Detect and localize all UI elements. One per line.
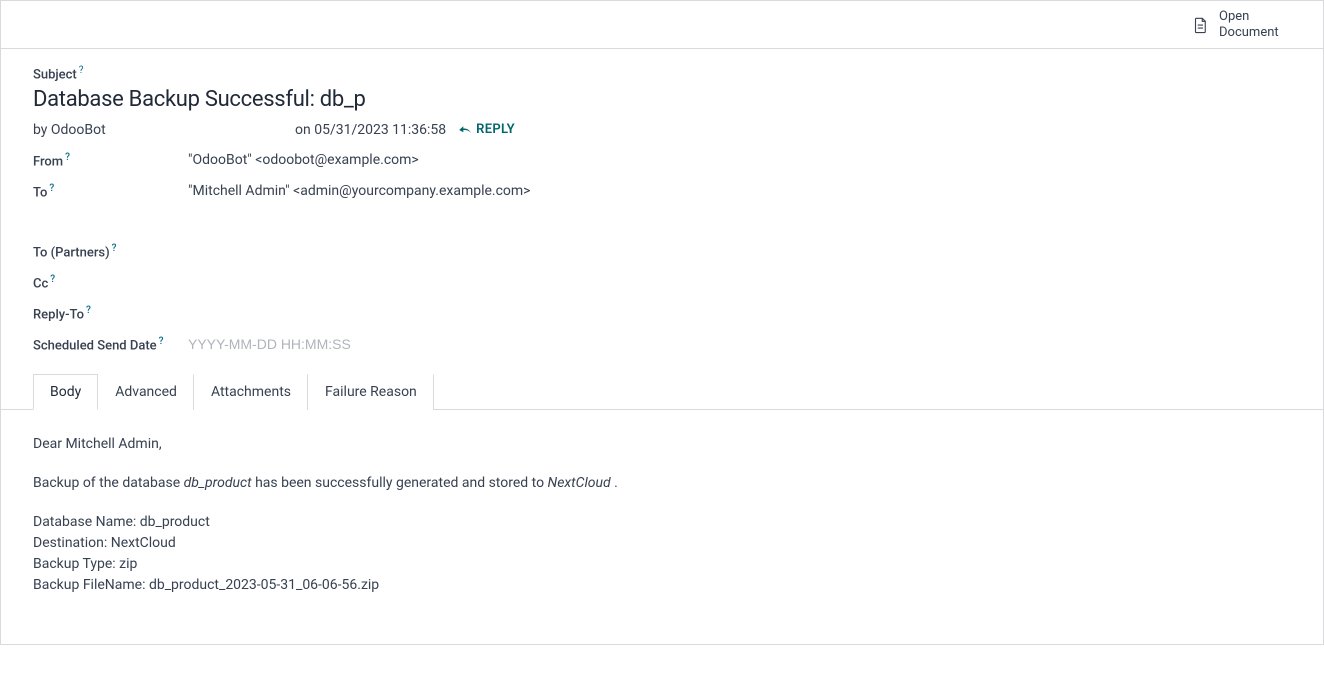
help-icon[interactable]: ? — [159, 336, 164, 347]
tab-body[interactable]: Body — [33, 374, 98, 410]
tab-attachments[interactable]: Attachments — [194, 374, 308, 410]
detail-backup-type: Backup Type: zip — [33, 554, 1291, 575]
to-row: To? "Mitchell Admin" <admin@yourcompany.… — [33, 183, 1291, 200]
tabs: Body Advanced Attachments Failure Reason — [1, 374, 1323, 410]
reply-button[interactable]: REPLY — [458, 122, 515, 137]
to-partners-label: To (Partners) — [33, 245, 110, 260]
from-value[interactable]: "OdooBot" <odoobot@example.com> — [188, 152, 419, 168]
help-icon[interactable]: ? — [79, 65, 84, 76]
author-cell: by OdooBot — [33, 122, 295, 138]
scheduled-date-label: Scheduled Send Date — [33, 339, 157, 354]
subject-label: Subject — [33, 68, 77, 83]
body-summary: Backup of the database db_product has be… — [33, 473, 1291, 494]
cc-row: Cc? — [33, 274, 1291, 291]
help-icon[interactable]: ? — [50, 274, 55, 285]
tab-advanced[interactable]: Advanced — [98, 374, 194, 410]
author-name[interactable]: OdooBot — [51, 122, 106, 138]
help-icon[interactable]: ? — [112, 243, 117, 254]
body-content: Dear Mitchell Admin, Backup of the datab… — [1, 410, 1323, 644]
help-icon[interactable]: ? — [49, 183, 54, 194]
meta-row: by OdooBot on 05/31/2023 11:36:58 REPLY — [33, 122, 1291, 138]
detail-db-name: Database Name: db_product — [33, 512, 1291, 533]
header-bar: Open Document — [1, 1, 1323, 49]
detail-backup-filename: Backup FileName: db_product_2023-05-31_0… — [33, 575, 1291, 596]
date-cell: on 05/31/2023 11:36:58 — [295, 122, 446, 138]
help-icon[interactable]: ? — [65, 152, 70, 163]
from-row: From? "OdooBot" <odoobot@example.com> — [33, 152, 1291, 169]
content-area: Subject? Database Backup Successful: db_… — [1, 49, 1323, 410]
email-form-view: Open Document Subject? Database Backup S… — [0, 0, 1324, 645]
detail-destination: Destination: NextCloud — [33, 533, 1291, 554]
to-label: To — [33, 186, 47, 201]
open-document-button[interactable]: Open Document — [1191, 9, 1291, 40]
reply-to-row: Reply-To? — [33, 305, 1291, 322]
subject-label-row: Subject? — [33, 65, 1291, 83]
to-partners-row: To (Partners)? — [33, 243, 1291, 260]
from-label: From — [33, 154, 63, 169]
date-value: 05/31/2023 11:36:58 — [314, 122, 446, 138]
reply-label: REPLY — [476, 122, 515, 137]
by-prefix: by — [33, 122, 51, 138]
to-value[interactable]: "Mitchell Admin" <admin@yourcompany.exam… — [188, 183, 531, 199]
scheduled-date-input[interactable] — [188, 336, 388, 352]
open-document-label: Open Document — [1219, 9, 1291, 40]
date-prefix: on — [295, 122, 314, 138]
tab-failure-reason[interactable]: Failure Reason — [308, 374, 434, 410]
help-icon[interactable]: ? — [86, 305, 91, 316]
subject-value[interactable]: Database Backup Successful: db_p — [33, 87, 1291, 112]
cc-label: Cc — [33, 276, 48, 291]
reply-to-label: Reply-To — [33, 307, 84, 322]
body-greeting: Dear Mitchell Admin, — [33, 434, 1291, 455]
reply-icon — [458, 124, 472, 136]
document-icon — [1191, 15, 1209, 35]
scheduled-date-row: Scheduled Send Date? — [33, 336, 1291, 353]
body-details: Database Name: db_product Destination: N… — [33, 512, 1291, 596]
